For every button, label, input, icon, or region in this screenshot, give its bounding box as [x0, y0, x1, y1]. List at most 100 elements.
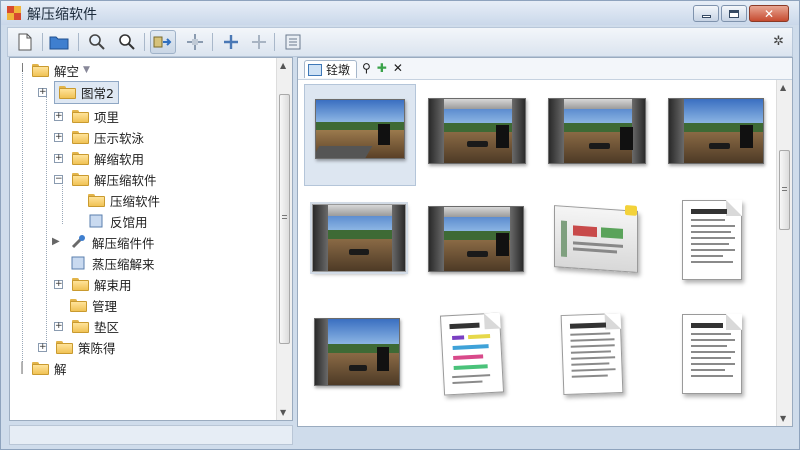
move-icon — [187, 34, 203, 50]
gear-icon[interactable]: ✲ — [773, 34, 784, 49]
tree-node-expanded[interactable]: − 解压缩软件 — [52, 169, 157, 189]
maximize-icon — [729, 9, 739, 18]
tree-node-root[interactable]: | 解空 ▼ — [14, 60, 90, 80]
search-icon — [119, 34, 135, 50]
tab-label: 铨墩 — [326, 63, 351, 77]
collapse-arrow-icon[interactable]: ▶ — [52, 236, 60, 247]
thumbnail-item[interactable] — [424, 84, 534, 172]
tree-node-label: 管理 — [92, 298, 118, 314]
export-button[interactable] — [150, 30, 176, 54]
folder-icon — [32, 63, 49, 77]
scroll-up-arrow-icon[interactable]: ▲ — [280, 61, 286, 70]
tree-node[interactable]: | 解 — [14, 358, 67, 378]
thumbnail-item[interactable] — [544, 84, 654, 172]
add-item-button[interactable] — [246, 30, 272, 54]
tree-node[interactable]: 管理 — [70, 295, 117, 315]
thumbnail-item[interactable] — [304, 84, 416, 186]
scroll-down-arrow-icon[interactable]: ▼ — [780, 414, 786, 423]
calculator-button[interactable] — [280, 30, 306, 54]
close-button[interactable]: ✕ — [749, 5, 789, 22]
thumbnail-item[interactable] — [664, 304, 774, 394]
tree-node[interactable]: 反馆用 — [88, 211, 148, 231]
thumbnail-item[interactable] — [664, 84, 774, 172]
tree-node[interactable]: 压缩软件 — [88, 190, 160, 210]
tools-icon — [71, 235, 85, 249]
thumbnail-item[interactable] — [664, 194, 774, 282]
document-thumbnail — [682, 314, 742, 394]
tree-node-label: 反馆用 — [110, 214, 148, 230]
tree-node-label: 压缩软件 — [110, 193, 161, 209]
toolbar: ✲ — [7, 27, 793, 57]
tree-node[interactable]: + 垫区 — [52, 316, 119, 336]
tree-node-label: 解压缩软件 — [94, 172, 157, 188]
tree-node-selected[interactable]: + 图常2 — [36, 80, 119, 104]
photo-thumbnail — [312, 204, 406, 272]
document-thumbnail — [439, 312, 505, 396]
calculator-icon — [285, 34, 301, 50]
scrollbar-thumb[interactable] — [279, 94, 290, 344]
title-bar[interactable]: 解压缩软件 ✕ — [1, 1, 799, 25]
thumbnail-item[interactable] — [424, 194, 534, 282]
scrollbar-thumb[interactable] — [779, 150, 790, 230]
tree-node[interactable]: 蒸压缩解来 — [70, 253, 155, 273]
search-button[interactable] — [114, 30, 140, 54]
tree-node[interactable]: + 压示软泳 — [52, 127, 144, 147]
add-button[interactable] — [218, 30, 244, 54]
app-window: 解压缩软件 ✕ ✲ | 解空 ▼ + 图常2 + 项里 + 压示软泳 + 解缩软… — [0, 0, 800, 450]
tree-node-label: 策陈得 — [78, 340, 116, 356]
scroll-up-arrow-icon[interactable]: ▲ — [780, 83, 786, 92]
file-icon — [71, 256, 85, 270]
thumbnail-item[interactable] — [424, 304, 534, 396]
tree-node-label: 解 — [54, 361, 67, 377]
photo-thumbnail — [548, 98, 646, 164]
new-button[interactable] — [12, 30, 38, 54]
tree-node[interactable]: ▶ 解压缩件件 — [52, 232, 155, 252]
close-icon[interactable]: ✕ — [393, 61, 403, 75]
folder-icon — [56, 340, 73, 354]
tree-node[interactable]: + 策陈得 — [36, 337, 116, 357]
photo-thumbnail — [428, 206, 524, 272]
folder-icon — [59, 85, 76, 99]
tree-scrollbar[interactable]: ▲ ▼ — [276, 58, 292, 420]
document-thumbnail — [682, 200, 742, 280]
window-title: 解压缩软件 — [27, 7, 97, 23]
tree-node[interactable]: + 解缩软用 — [52, 148, 144, 168]
minimize-icon — [701, 15, 711, 18]
open-folder-icon — [49, 36, 69, 50]
file-icon — [89, 214, 103, 228]
status-bar — [9, 425, 293, 445]
move-button[interactable] — [182, 30, 208, 54]
photo-thumbnail — [315, 99, 405, 159]
folder-icon — [88, 193, 105, 207]
add-icon[interactable]: ✚ — [377, 61, 387, 75]
open-button[interactable] — [46, 30, 72, 54]
thumbnail-item[interactable] — [304, 194, 416, 284]
expand-toggle[interactable]: + — [38, 88, 47, 97]
folder-icon — [72, 109, 89, 123]
image-icon — [308, 63, 322, 76]
export-icon — [153, 36, 172, 48]
minimize-button[interactable] — [693, 5, 719, 22]
thumbnail-item[interactable] — [304, 304, 416, 394]
tree-node-label: 垫区 — [94, 319, 120, 335]
folder-open-icon — [72, 172, 89, 186]
tree-node-label: 项里 — [94, 109, 120, 125]
scroll-down-arrow-icon[interactable]: ▼ — [280, 408, 286, 417]
add-icon — [224, 35, 238, 49]
folder-icon — [72, 319, 89, 333]
zoom-button[interactable] — [84, 30, 110, 54]
view-scrollbar[interactable]: ▲ ▼ — [776, 80, 792, 426]
tree-node[interactable]: + 解束用 — [52, 274, 132, 294]
maximize-button[interactable] — [721, 5, 747, 22]
thumbnail-item[interactable] — [544, 194, 654, 282]
dropdown-icon[interactable]: ▼ — [83, 65, 90, 75]
zoom-icon — [89, 34, 105, 50]
document-thumbnail — [560, 312, 624, 396]
search-icon[interactable]: ⚲ — [362, 61, 371, 75]
tree-node[interactable]: + 项里 — [52, 106, 119, 126]
thumbnail-item[interactable] — [544, 304, 654, 396]
tab-view[interactable]: 铨墩 — [304, 60, 358, 78]
tree-node-label: 解压缩件件 — [92, 235, 155, 251]
tree-node-label: 压示软泳 — [94, 130, 145, 146]
folder-tree-pane: | 解空 ▼ + 图常2 + 项里 + 压示软泳 + 解缩软用 − 解压缩软件 … — [9, 57, 293, 421]
